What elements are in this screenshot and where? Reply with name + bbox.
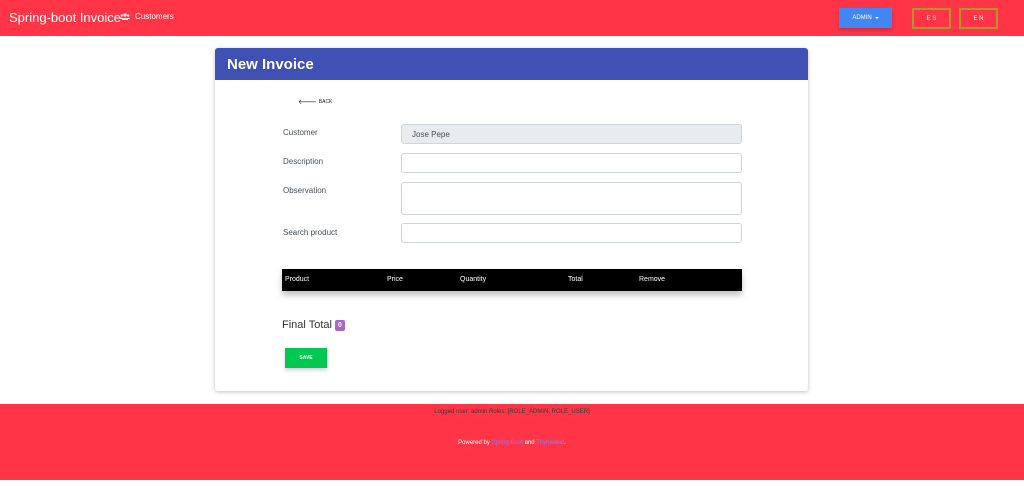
footer: Logged user: admin Roles: [ROLE_ADMIN, R… — [0, 404, 1024, 480]
search-product-input[interactable] — [401, 223, 742, 243]
spring-boot-link[interactable]: Spring Boot — [492, 440, 523, 446]
nav-customers-label: Customers — [135, 12, 174, 21]
observation-label: Observation — [283, 186, 327, 195]
products-table-header: Product Price Quantity Total Remove — [282, 269, 742, 291]
save-button[interactable]: SAVE — [285, 348, 327, 368]
customer-field[interactable] — [401, 124, 742, 144]
brand-link[interactable]: Spring-boot Invoice — [9, 10, 121, 25]
users-icon — [120, 13, 130, 20]
final-total-badge: 0 — [334, 319, 345, 331]
caret-down-icon — [874, 17, 879, 19]
thymeleaf-link[interactable]: Thymeleaf — [536, 440, 564, 446]
final-total: Final Total 0 — [282, 319, 345, 331]
admin-dropdown-button[interactable]: ADMIN — [839, 8, 892, 28]
th-remove: Remove — [639, 276, 666, 283]
powered-prefix: Powered by — [458, 440, 490, 446]
powered-suffix: . — [564, 440, 566, 446]
top-navbar: Spring-boot Invoice Customers ADMIN E S … — [0, 0, 1024, 36]
lang-es-button[interactable]: E S — [912, 8, 951, 29]
back-link[interactable]: 🡐 BACK — [298, 98, 333, 106]
logged-user-info: Logged user: admin Roles: [ROLE_ADMIN, R… — [434, 409, 590, 415]
th-quantity: Quantity — [460, 276, 487, 283]
observation-field[interactable] — [401, 182, 742, 215]
invoice-card: New Invoice 🡐 BACK Customer Description … — [215, 48, 808, 391]
customer-label: Customer — [283, 128, 318, 137]
th-product: Product — [285, 276, 310, 283]
powered-and: and — [524, 440, 535, 446]
final-total-label: Final Total — [282, 319, 332, 331]
th-total: Total — [568, 276, 583, 283]
nav-customers-link[interactable]: Customers — [120, 12, 174, 21]
description-label: Description — [283, 157, 324, 166]
admin-label: ADMIN — [852, 15, 872, 21]
description-field[interactable] — [401, 153, 742, 173]
arrow-left-icon: 🡐 — [298, 98, 317, 106]
card-title: New Invoice — [215, 48, 808, 80]
back-label: BACK — [318, 99, 333, 105]
lang-en-button[interactable]: E N — [959, 8, 998, 29]
powered-by: Powered by Spring Boot and Thymeleaf. — [0, 440, 1024, 446]
search-product-label: Search product — [283, 228, 338, 237]
th-price: Price — [387, 276, 403, 283]
